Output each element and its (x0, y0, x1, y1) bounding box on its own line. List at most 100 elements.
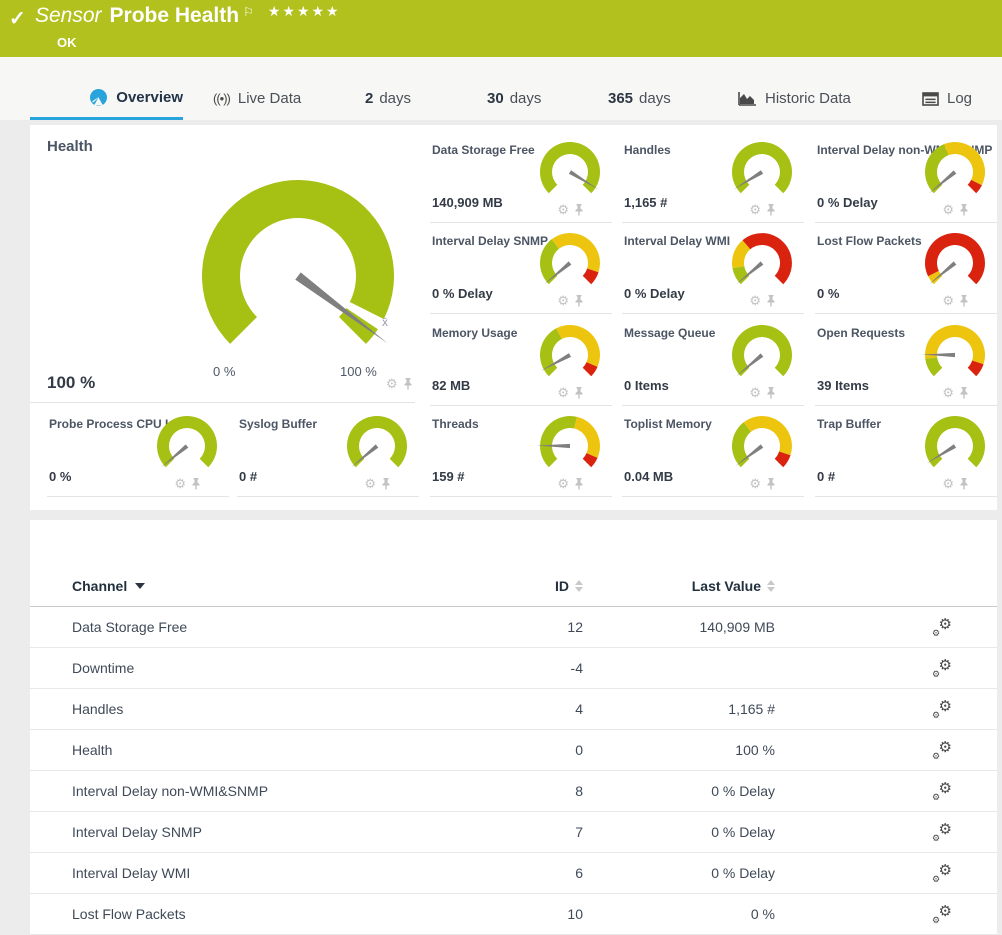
pin-icon[interactable] (959, 204, 969, 216)
channel-id: 8 (483, 783, 583, 799)
channel-name-link[interactable]: Health (72, 742, 112, 758)
gauge-chart (917, 320, 993, 388)
channel-name-link[interactable]: Downtime (72, 660, 134, 676)
gauge-title: Syslog Buffer (239, 417, 317, 431)
channel-last-value: 0 % (583, 906, 775, 922)
gauge-chart (532, 320, 608, 388)
channel-settings-gears-icon[interactable]: ⚙⚙ (932, 781, 952, 801)
gauge-title: Trap Buffer (817, 417, 881, 431)
pin-icon[interactable] (381, 478, 391, 490)
gear-icon[interactable]: ⚙ (942, 294, 954, 307)
tab-live-data[interactable]: ((•))Live Data (213, 57, 301, 120)
gear-icon[interactable]: ⚙ (942, 203, 954, 216)
gauge-actions: ⚙ (749, 294, 776, 307)
pin-icon[interactable] (959, 295, 969, 307)
column-header-id[interactable]: ID (483, 578, 583, 594)
tab-number: 30 (487, 90, 504, 107)
pin-icon[interactable] (574, 478, 584, 490)
pin-icon[interactable] (574, 295, 584, 307)
tab-log[interactable]: Log (922, 57, 972, 120)
gear-icon[interactable]: ⚙ (942, 477, 954, 490)
gear-icon[interactable]: ⚙ (386, 377, 398, 390)
channel-last-value: 0 % Delay (583, 865, 775, 881)
flag-icon[interactable]: ⚐ (243, 5, 254, 19)
column-header-channel-label: Channel (72, 578, 127, 594)
channel-name-link[interactable]: Interval Delay SNMP (72, 824, 202, 840)
gear-icon[interactable]: ⚙ (557, 386, 569, 399)
gear-icon[interactable]: ⚙ (749, 294, 761, 307)
pin-icon[interactable] (574, 204, 584, 216)
sensor-header: ✓ SensorProbe Health⚐★★★★★ OK (0, 0, 1002, 57)
channel-settings-gears-icon[interactable]: ⚙⚙ (932, 863, 952, 883)
tab-number: 2 (365, 90, 373, 107)
column-header-channel[interactable]: Channel (30, 578, 483, 594)
tab-historic-data[interactable]: Historic Data (738, 57, 851, 120)
pin-icon[interactable] (766, 204, 776, 216)
gauge-actions: ⚙ (942, 203, 969, 216)
channel-id: 10 (483, 906, 583, 922)
pin-icon[interactable] (959, 387, 969, 399)
tab-days[interactable]: 2days (365, 57, 411, 120)
channel-id: 0 (483, 742, 583, 758)
gauge-chart (724, 228, 800, 296)
channel-settings-gears-icon[interactable]: ⚙⚙ (932, 699, 952, 719)
gear-icon[interactable]: ⚙ (174, 477, 186, 490)
channel-settings-gears-icon[interactable]: ⚙⚙ (932, 822, 952, 842)
gauge-value: 0 % Delay (624, 286, 685, 301)
gear-icon[interactable]: ⚙ (749, 386, 761, 399)
tab-label: Historic Data (765, 90, 851, 107)
gauge-title: Memory Usage (432, 326, 517, 340)
table-row: Interval Delay WMI60 % Delay⚙⚙ (30, 853, 997, 894)
priority-stars[interactable]: ★★★★★ (268, 3, 341, 19)
pin-icon[interactable] (574, 387, 584, 399)
pin-icon[interactable] (766, 478, 776, 490)
gauge-actions: ⚙ (174, 477, 201, 490)
area-chart-icon (738, 91, 757, 107)
gauge-actions: ⚙ (942, 294, 969, 307)
gauge-title: Data Storage Free (432, 143, 535, 157)
table-row: Handles41,165 #⚙⚙ (30, 689, 997, 730)
gauge-chart (917, 228, 993, 296)
column-header-id-label: ID (555, 578, 569, 594)
channel-last-value: 100 % (583, 742, 775, 758)
gauge-chart (724, 320, 800, 388)
channel-name-link[interactable]: Interval Delay non-WMI&SNMP (72, 783, 268, 799)
channel-id: 12 (483, 619, 583, 635)
gear-icon[interactable]: ⚙ (557, 203, 569, 216)
status-badge: OK (57, 35, 77, 50)
health-gauge-actions: ⚙ (386, 377, 413, 390)
pin-icon[interactable] (191, 478, 201, 490)
gear-icon[interactable]: ⚙ (942, 386, 954, 399)
channel-settings-gears-icon[interactable]: ⚙⚙ (932, 617, 952, 637)
channel-settings-gears-icon[interactable]: ⚙⚙ (932, 904, 952, 924)
gauge-chart (917, 137, 993, 205)
tab-label: days (639, 90, 671, 107)
gear-icon[interactable]: ⚙ (557, 294, 569, 307)
pin-icon[interactable] (959, 478, 969, 490)
channel-last-value: 1,165 # (583, 701, 775, 717)
channel-name-link[interactable]: Interval Delay WMI (72, 865, 190, 881)
pin-icon[interactable] (403, 378, 413, 390)
column-header-last-value-label: Last Value (692, 578, 761, 594)
channel-settings-gears-icon[interactable]: ⚙⚙ (932, 658, 952, 678)
gear-icon[interactable]: ⚙ (749, 477, 761, 490)
column-header-last-value[interactable]: Last Value (583, 578, 775, 594)
sort-arrows-icon (767, 580, 775, 592)
channel-name-link[interactable]: Lost Flow Packets (72, 906, 186, 922)
average-marker: x̄ (382, 315, 388, 329)
pin-icon[interactable] (766, 387, 776, 399)
gear-icon[interactable]: ⚙ (364, 477, 376, 490)
gauge-chart (532, 137, 608, 205)
tab-overview[interactable]: Overview (30, 57, 183, 120)
pin-icon[interactable] (766, 295, 776, 307)
tab-days[interactable]: 30days (487, 57, 541, 120)
gauge-tile-interval-delay-wmi: Interval Delay WMI0 % Delay⚙ (622, 226, 804, 314)
channel-last-value: 0 % Delay (583, 824, 775, 840)
channel-name-link[interactable]: Handles (72, 701, 123, 717)
channel-settings-gears-icon[interactable]: ⚙⚙ (932, 740, 952, 760)
channel-name-link[interactable]: Data Storage Free (72, 619, 187, 635)
channel-table: Channel ID Last Value Data Storage Free 1… (30, 520, 997, 935)
tab-days[interactable]: 365days (608, 57, 671, 120)
gear-icon[interactable]: ⚙ (557, 477, 569, 490)
gear-icon[interactable]: ⚙ (749, 203, 761, 216)
